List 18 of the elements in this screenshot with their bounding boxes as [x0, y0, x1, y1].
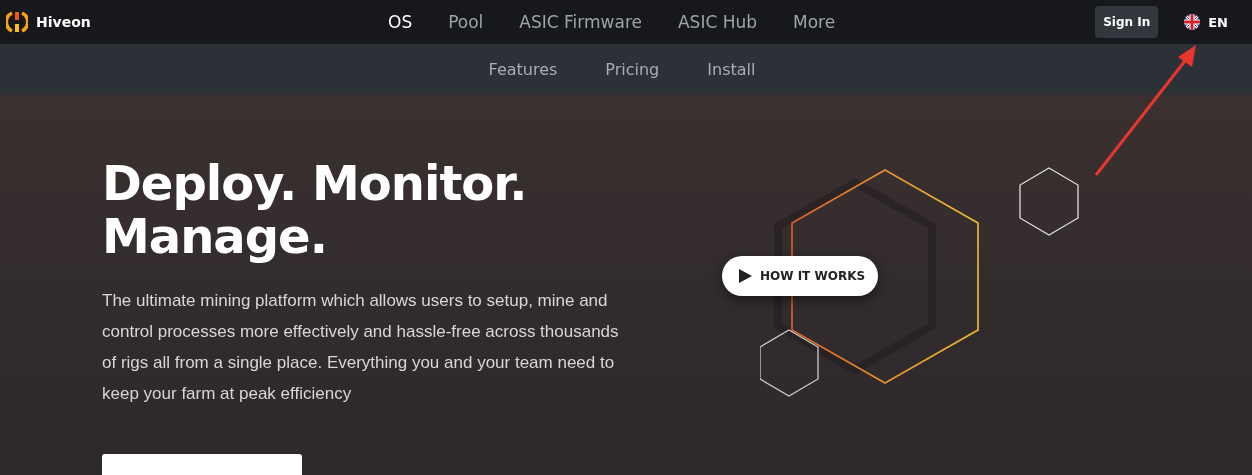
nav-link[interactable]: Pool — [436, 12, 496, 32]
flag-icon[interactable] — [1184, 14, 1201, 30]
subnav-link[interactable]: Pricing — [605, 60, 660, 79]
hero-title: Deploy. Monitor. — [102, 157, 528, 210]
hero-description: The ultimate mining platform which allows users to setup, mine and control processes more effectively and hassle-free across thousands of rigs all from a single place. Everything you and your team need to keep your farm at peak efficiency — [102, 290, 620, 405]
play-icon — [739, 269, 752, 283]
nav-link[interactable]: More — [781, 12, 848, 32]
brand-name[interactable]: Hiveon — [36, 14, 91, 30]
hero-title: Manage. — [102, 210, 328, 263]
logo-icon — [6, 11, 28, 33]
language-label[interactable]: EN — [1208, 14, 1228, 30]
how-it-works-button[interactable]: HOW IT WORKS — [722, 256, 878, 296]
sign-in-button[interactable]: Sign In — [1095, 6, 1159, 38]
subnav-link[interactable]: Install — [707, 60, 756, 79]
nav-link[interactable]: ASIC Firmware — [507, 12, 654, 32]
nav-link[interactable]: ASIC Hub — [665, 12, 770, 32]
nav-link[interactable]: OS — [376, 12, 425, 32]
subnav-link[interactable]: Features — [488, 60, 558, 79]
